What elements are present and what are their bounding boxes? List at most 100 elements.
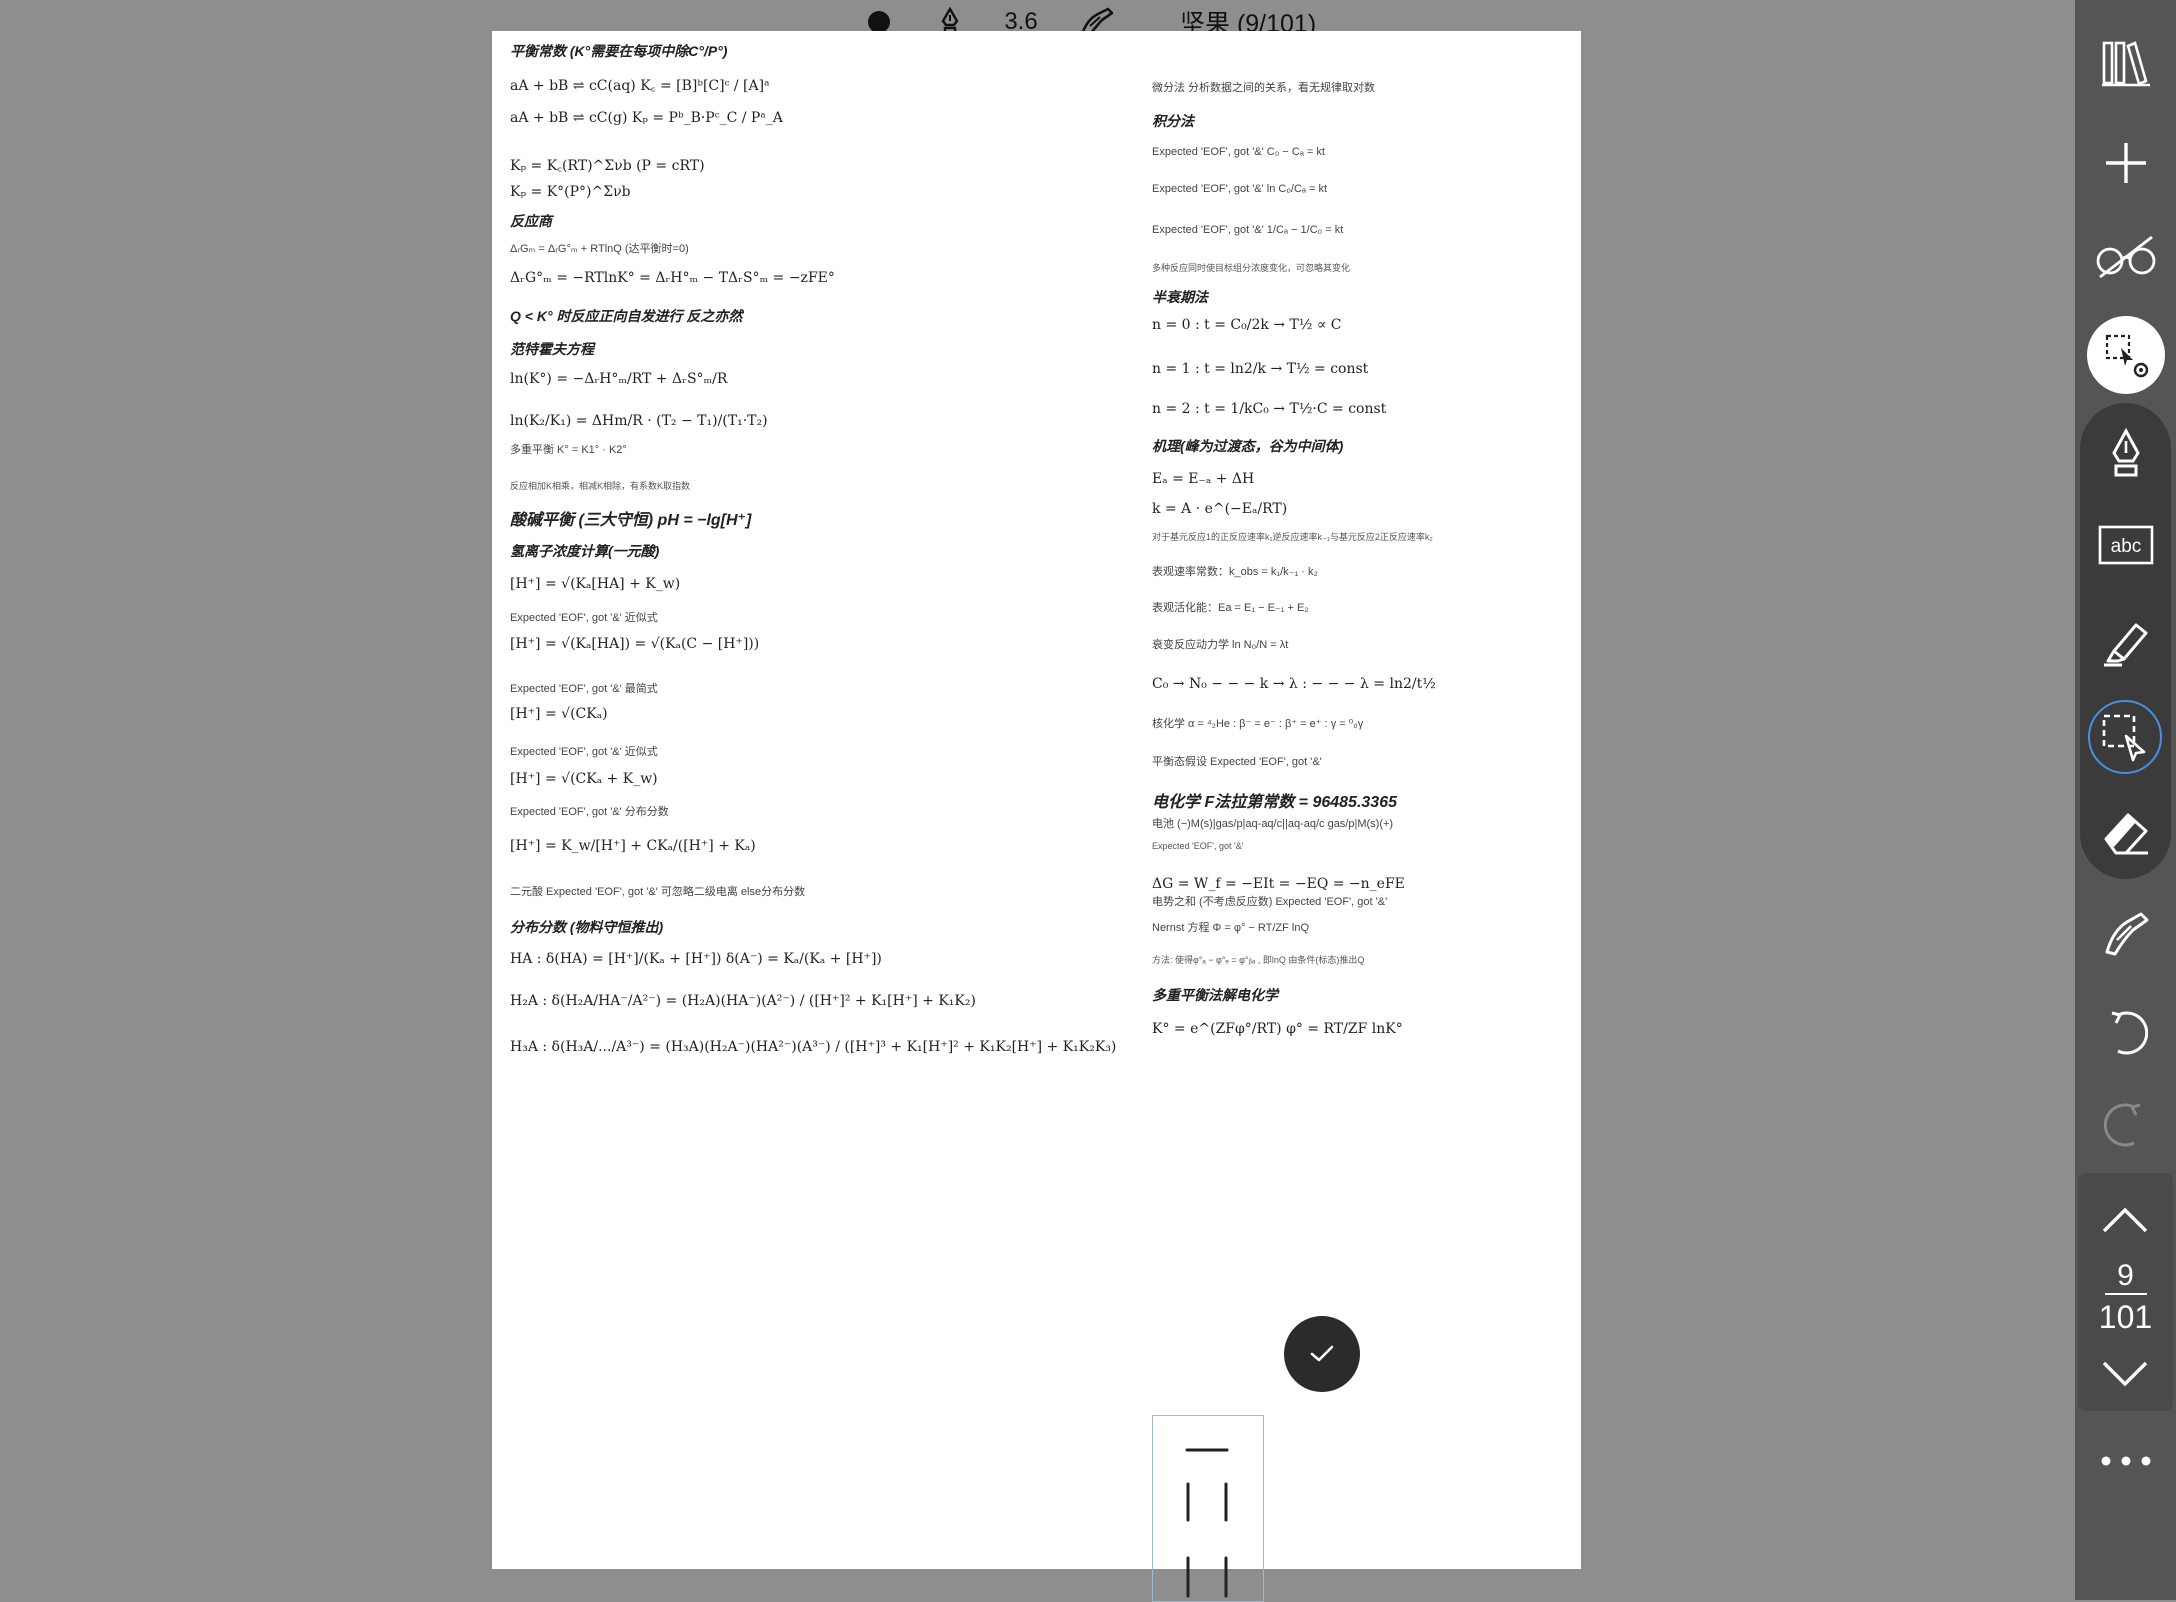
note-text: Nernst 方程 Φ = φ° − RT/ZF lnQ [1152, 922, 1310, 934]
note-formula: ΔG = W_f = −EIt = −EQ = −n_eFE [1152, 876, 1405, 892]
note-formula: n = 1 : t = ln2/k → T½ = const [1152, 361, 1369, 377]
note-text: 电势之和 (不考虑反应数) Expected 'EOF', got '&' [1152, 896, 1388, 908]
read-mode-button[interactable] [2089, 220, 2163, 294]
note-formula: Kₚ = K꜀(RT)^Σνb (P = cRT) [510, 158, 705, 174]
note-formula: HA : δ(HA) = [H⁺]/(Kₐ + [H⁺]) δ(A⁻) = Kₐ… [510, 951, 882, 967]
note-formula: aA + bB ⇌ cC(aq) K꜀ = [B]ᵇ[C]ᶜ / [A]ᵃ [510, 78, 770, 94]
note-formula: [H⁺] = K_w/[H⁺] + CKₐ/([H⁺] + Kₐ) [510, 838, 756, 854]
note-text: Expected 'EOF', got '&' ln C₀/Cₐ = kt [1152, 183, 1328, 195]
note-text: 衰变反应动力学 ln N₀/N = λt [1152, 639, 1289, 651]
note-formula: Kₚ = K°(P°)^Σνb [510, 184, 631, 200]
select-settings-button[interactable] [2087, 316, 2165, 394]
black-dot-icon [868, 11, 890, 33]
total-page-count: 101 [2098, 1299, 2153, 1335]
note-formula: [H⁺] = √(Kₐ[HA] + K_w) [510, 576, 681, 592]
note-page[interactable]: 平衡常数 (K°需要在每项中除C°/P°) aA + bB ⇌ cC(aq) K꜀… [492, 31, 1581, 1569]
note-heading: Q < K° 时反应正向自发进行 反之亦然 [510, 308, 743, 324]
note-formula: [H⁺] = √(Kₐ[HA]) = √(Kₐ(C − [H⁺])) [510, 636, 760, 652]
pen-tool-button[interactable] [2089, 416, 2163, 490]
add-button[interactable] [2089, 126, 2163, 200]
note-formula: K° = e^(ZFφ°/RT) φ° = RT/ZF lnK° [1152, 1021, 1403, 1037]
note-formula: H₂A : δ(H₂A/HA⁻/A²⁻) = (H₂A)(HA⁻)(A²⁻) /… [510, 993, 976, 1009]
note-text: 多种反应同时使目标组分浓度变化，可忽略其变化 [1152, 263, 1351, 273]
note-text: ΔᵣGₘ = ΔᵣG°ₘ + RTlnQ (达平衡时=0) [510, 243, 689, 255]
more-dots-icon [2101, 1456, 2151, 1466]
note-heading: 酸碱平衡 (三大守恒) pH = −lg[H⁺] [510, 512, 752, 529]
hand-pen-icon [2105, 912, 2149, 956]
bookshelf-icon [2102, 41, 2150, 87]
note-text: 核化学 α = ⁴₂He : β⁻ = e⁻ : β⁺ = e⁺ : γ = ⁰… [1152, 718, 1364, 730]
note-heading: 平衡常数 (K°需要在每项中除C°/P°) [510, 43, 728, 59]
highlighter-tool-button[interactable] [2089, 606, 2163, 680]
note-heading: 半衰期法 [1152, 289, 1208, 305]
note-formula: ΔᵣG°ₘ = −RTlnK° = ΔᵣH°ₘ − TΔᵣS°ₘ = −zFE° [510, 270, 835, 286]
text-tool-button[interactable]: abc [2089, 508, 2163, 582]
confirm-button[interactable] [1284, 1316, 1360, 1392]
note-formula: [H⁺] = √(CKₐ + K_w) [510, 771, 658, 787]
note-heading: 机理(峰为过渡态，谷为中间体) [1152, 438, 1344, 454]
page-divider-line [2105, 1293, 2147, 1295]
note-text: Expected 'EOF', got '&' [1152, 841, 1244, 851]
note-text: Expected 'EOF', got '&' C₀ − Cₐ = kt [1152, 146, 1325, 158]
right-toolbar: abc 9 101 [2075, 0, 2176, 1600]
note-text: 电池 (−)M(s)|gas/p|aq-aq/c||aq-aq/c gas/p|… [1152, 818, 1394, 830]
note-text: Expected 'EOF', got '&' 分布分数 [510, 806, 669, 818]
plus-icon [2106, 143, 2146, 183]
previous-page-button[interactable] [2088, 1183, 2162, 1257]
eraser-tool-button[interactable] [2089, 796, 2163, 870]
highlighter-icon [2104, 623, 2148, 667]
note-text: 表观活化能：Ea = E₁ − E₋₁ + E₂ [1152, 602, 1309, 614]
note-text: 表观速率常数：k_obs = k₁/k₋₁ · k₂ [1152, 566, 1318, 578]
note-heading: 氢离子浓度计算(一元酸) [510, 543, 660, 559]
handwritten-strokes [1185, 1448, 1229, 1598]
note-text: 多重平衡 K° = K1° · K2° [510, 444, 627, 456]
library-button[interactable] [2089, 26, 2163, 100]
note-formula: n = 2 : t = 1/kC₀ → T½·C = const [1152, 401, 1387, 417]
note-heading: 电化学 F法拉第常数 = 96485.3365 [1152, 794, 1397, 811]
note-text: 反应相加K相乘，相减K相除，有系数K取指数 [510, 481, 691, 491]
note-formula: ln(K°) = −ΔᵣH°ₘ/RT + ΔᵣS°ₘ/R [510, 371, 728, 387]
note-text: Expected 'EOF', got '&' 1/Cₐ − 1/C₀ = kt [1152, 224, 1344, 236]
note-text: Expected 'EOF', got '&' 近似式 [510, 612, 658, 624]
handwriting-selection[interactable] [1152, 1415, 1264, 1602]
note-formula: H₃A : δ(H₃A/.../A³⁻) = (H₃A)(H₂A⁻)(HA²⁻)… [510, 1039, 1117, 1055]
svg-text:abc: abc [2111, 536, 2142, 557]
note-formula: [H⁺] = √(CKₐ) [510, 706, 608, 722]
note-formula: Eₐ = E₋ₐ + ΔH [1152, 471, 1255, 487]
note-text: 平衡态假设 Expected 'EOF', got '&' [1152, 756, 1322, 768]
note-text: 微分法 分析数据之间的关系，看无规律取对数 [1152, 82, 1376, 94]
note-heading: 反应商 [510, 213, 552, 229]
note-formula: C₀ → N₀ − − − k → λ : − − − λ = ln2/t½ [1152, 676, 1436, 692]
chevron-up-icon [2102, 1207, 2148, 1233]
more-options-button[interactable] [2089, 1424, 2163, 1498]
lasso-select-icon [2102, 714, 2146, 762]
note-heading: 范特霍夫方程 [510, 341, 594, 357]
note-heading: 多重平衡法解电化学 [1152, 987, 1278, 1003]
note-text: 对于基元反应1的正反应速率k₁逆反应速率k₋₁与基元反应2正反应速率k₂ [1152, 532, 1433, 542]
current-page-number[interactable]: 9 [2078, 1259, 2173, 1293]
note-heading: 分布分数 (物料守恒推出) [510, 919, 664, 935]
undo-icon [2111, 1011, 2148, 1055]
undo-button[interactable] [2089, 996, 2163, 1070]
palm-rejection-toggle[interactable] [2089, 896, 2163, 970]
page-navigator: 9 101 [2078, 1173, 2173, 1411]
lasso-select-button[interactable] [2088, 700, 2162, 774]
next-page-button[interactable] [2088, 1337, 2162, 1411]
text-box-icon: abc [2098, 525, 2154, 565]
eraser-icon [2104, 813, 2148, 855]
note-text: Expected 'EOF', got '&' 近似式 [510, 746, 658, 758]
check-icon [1310, 1345, 1334, 1362]
note-formula: aA + bB ⇌ cC(g) Kₚ = Pᵇ_B·Pᶜ_C / Pᵃ_A [510, 110, 783, 126]
redo-icon [2104, 1103, 2141, 1147]
note-heading: 积分法 [1152, 113, 1194, 129]
note-text: 二元酸 Expected 'EOF', got '&' 可忽略二级电离 else… [510, 886, 806, 898]
note-text: Expected 'EOF', got '&' 最简式 [510, 683, 658, 695]
select-gear-icon [2105, 334, 2149, 378]
fountain-pen-icon [2112, 427, 2140, 477]
note-formula: ln(K₂/K₁) = ΔHm/R · (T₂ − T₁)/(T₁·T₂) [510, 413, 768, 429]
note-text: 方法: 使得φ°ₐ − φ°ₑ = φ°ᵦₐ , 即lnQ 由条件(标态)推出Q [1152, 955, 1365, 965]
note-formula: n = 0 : t = C₀/2k → T½ ∝ C [1152, 317, 1342, 333]
glasses-icon [2096, 235, 2156, 279]
redo-button[interactable] [2089, 1088, 2163, 1162]
chevron-down-icon [2102, 1361, 2148, 1387]
